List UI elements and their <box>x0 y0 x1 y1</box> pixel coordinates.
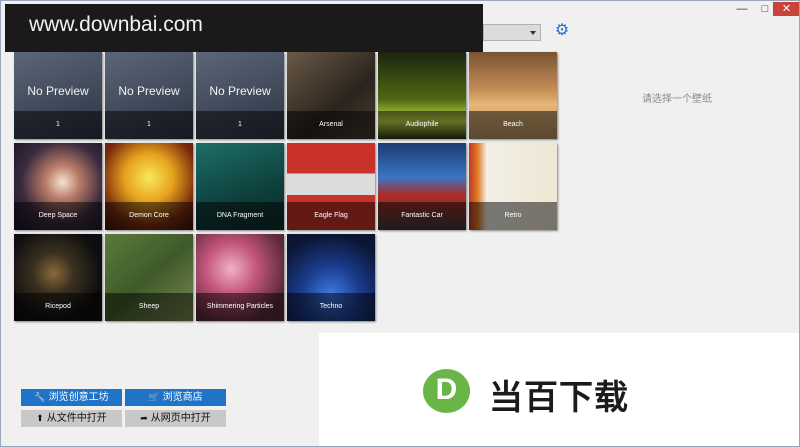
wallpaper-tile[interactable]: Arsenal <box>287 52 375 139</box>
wallpaper-tile[interactable]: No Preview 1 <box>196 52 284 139</box>
cart-icon: 🛒 <box>148 392 160 402</box>
wallpaper-tile[interactable]: Ricepod <box>14 234 102 321</box>
ad-banner[interactable]: 当百下载 <box>319 333 799 446</box>
wallpaper-label: Fantastic Car <box>378 202 466 230</box>
no-preview-text: No Preview <box>27 84 89 98</box>
wallpaper-tile[interactable]: Demon Core <box>105 143 193 230</box>
wallpaper-label: 1 <box>196 111 284 139</box>
close-button[interactable]: ✕ <box>773 2 799 16</box>
wallpaper-tile[interactable]: Beach <box>469 52 557 139</box>
wallpaper-label: Techno <box>287 293 375 321</box>
open-from-web-label: 从网页中打开 <box>150 413 211 424</box>
share-arrow-icon: ➦ <box>140 413 148 423</box>
wallpaper-tile[interactable]: Fantastic Car <box>378 143 466 230</box>
chevron-down-icon <box>530 31 536 35</box>
browse-workshop-label: 浏览创意工坊 <box>48 392 109 403</box>
wallpaper-grid: No Preview 1 No Preview 1 No Preview 1 A… <box>14 52 557 322</box>
watermark-overlay: www.downbai.com <box>5 4 483 52</box>
wallpaper-tile[interactable]: Retro <box>469 143 557 230</box>
wallpaper-label: Retro <box>469 202 557 230</box>
wallpaper-tile[interactable]: Audiophile <box>378 52 466 139</box>
no-preview-text: No Preview <box>118 84 180 98</box>
no-preview-text: No Preview <box>209 84 271 98</box>
wallpaper-tile[interactable]: Techno <box>287 234 375 321</box>
gear-icon[interactable]: ⚙ <box>554 23 570 39</box>
wallpaper-tile[interactable]: Eagle Flag <box>287 143 375 230</box>
wallpaper-label: DNA Fragment <box>196 202 284 230</box>
browse-store-button[interactable]: 🛒 浏览商店 <box>125 389 226 406</box>
open-from-file-button[interactable]: ⬆ 从文件中打开 <box>21 410 122 427</box>
filter-dropdown[interactable] <box>483 24 541 41</box>
browse-store-label: 浏览商店 <box>162 392 203 403</box>
wallpaper-label: 1 <box>14 111 102 139</box>
wrench-icon: 🔧 <box>34 392 46 402</box>
wallpaper-tile[interactable]: Deep Space <box>14 143 102 230</box>
ad-brand-text: 当百下载 <box>489 378 629 418</box>
preview-placeholder: 请选择一个壁纸 <box>642 94 712 105</box>
wallpaper-label: Shimmering Particles <box>196 293 284 321</box>
open-from-file-label: 从文件中打开 <box>46 413 107 424</box>
upload-icon: ⬆ <box>36 413 44 423</box>
wallpaper-label: Demon Core <box>105 202 193 230</box>
browse-workshop-button[interactable]: 🔧 浏览创意工坊 <box>21 389 122 406</box>
wallpaper-label: Arsenal <box>287 111 375 139</box>
wallpaper-tile[interactable]: DNA Fragment <box>196 143 284 230</box>
ad-logo-icon <box>423 369 470 413</box>
wallpaper-label: Beach <box>469 111 557 139</box>
wallpaper-label: Audiophile <box>378 111 466 139</box>
wallpaper-label: 1 <box>105 111 193 139</box>
wallpaper-label: Eagle Flag <box>287 202 375 230</box>
wallpaper-label: Deep Space <box>14 202 102 230</box>
wallpaper-tile[interactable]: Shimmering Particles <box>196 234 284 321</box>
minimize-button[interactable]: — <box>731 2 753 16</box>
wallpaper-tile[interactable]: No Preview 1 <box>105 52 193 139</box>
wallpaper-tile[interactable]: Sheep <box>105 234 193 321</box>
app-window: www.downbai.com ⚙ — □ ✕ No Preview 1 No … <box>0 0 800 447</box>
open-from-web-button[interactable]: ➦ 从网页中打开 <box>125 410 226 427</box>
wallpaper-label: Sheep <box>105 293 193 321</box>
wallpaper-label: Ricepod <box>14 293 102 321</box>
wallpaper-tile[interactable]: No Preview 1 <box>14 52 102 139</box>
